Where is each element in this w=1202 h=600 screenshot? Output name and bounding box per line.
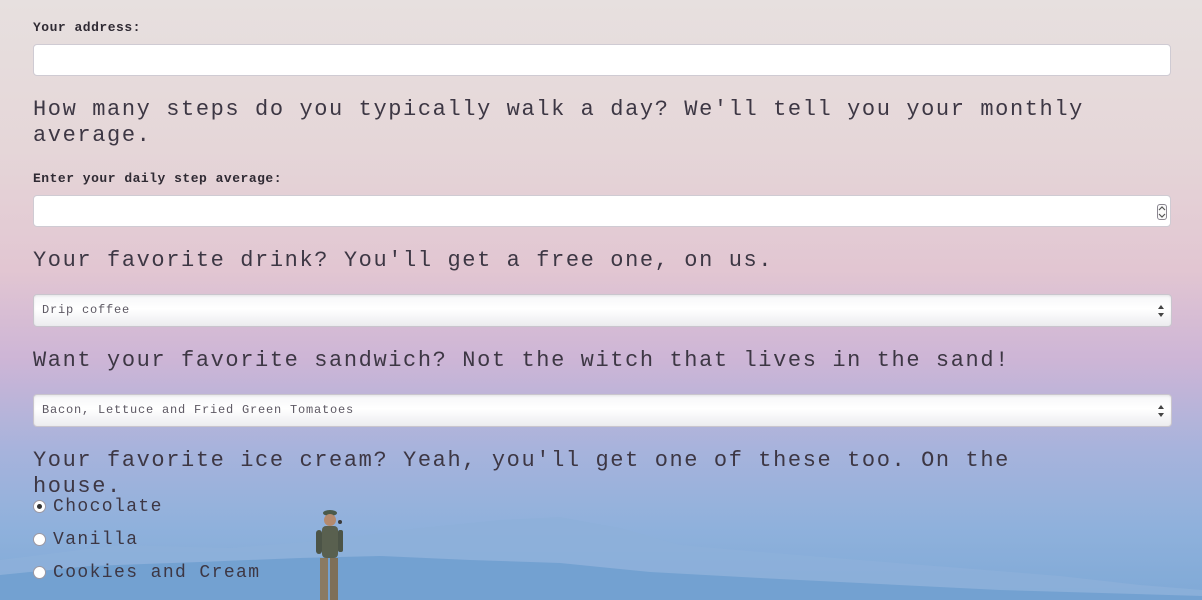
address-label: Your address: — [33, 20, 141, 35]
order-form: Your address: How many steps do you typi… — [0, 0, 1202, 600]
ice-cream-question: Your favorite ice cream? Yeah, you'll ge… — [33, 448, 1010, 499]
drink-question: Your favorite drink? You'll get a free o… — [33, 248, 774, 273]
steps-question: How many steps do you typically walk a d… — [33, 97, 1084, 148]
radio-label: Cookies and Cream — [53, 563, 261, 583]
sandwich-question: Want your favorite sandwich? Not the wit… — [33, 348, 1010, 373]
drink-select[interactable]: Drip coffee — [33, 294, 1172, 327]
stepper-icon[interactable] — [1157, 204, 1167, 220]
radio-button[interactable] — [33, 533, 46, 546]
sandwich-select[interactable]: Bacon, Lettuce and Fried Green Tomatoes — [33, 394, 1172, 427]
updown-arrows-icon — [1158, 305, 1164, 317]
radio-label: Chocolate — [53, 497, 163, 517]
drink-select-value: Drip coffee — [42, 303, 131, 317]
address-input[interactable] — [33, 44, 1171, 76]
radio-button[interactable] — [33, 500, 46, 513]
steps-label: Enter your daily step average: — [33, 171, 283, 186]
steps-input[interactable] — [33, 195, 1171, 227]
updown-arrows-icon — [1158, 405, 1164, 417]
radio-label: Vanilla — [53, 530, 139, 550]
sandwich-select-value: Bacon, Lettuce and Fried Green Tomatoes — [42, 403, 355, 417]
radio-button[interactable] — [33, 566, 46, 579]
